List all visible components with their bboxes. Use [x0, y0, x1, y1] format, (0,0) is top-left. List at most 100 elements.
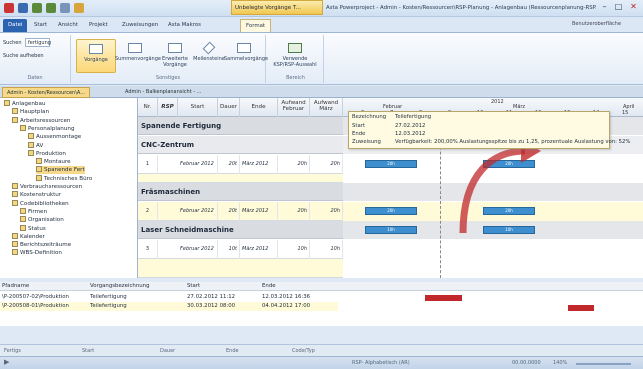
empty-row: [138, 174, 343, 183]
zoom-slider[interactable]: [576, 363, 631, 365]
clear-search-button[interactable]: Suche aufheben: [3, 53, 44, 59]
tree-item[interactable]: Aussenmontage: [28, 133, 81, 141]
tree-item[interactable]: Produktion: [28, 149, 66, 158]
tree-item-label: Personalplanung: [28, 125, 75, 132]
minimize-button[interactable]: –: [598, 2, 611, 13]
tree-item[interactable]: Anlagenbau: [4, 100, 45, 108]
redo-icon[interactable]: [46, 3, 56, 13]
summenvorgaenge-button[interactable]: Summenvorgänge: [115, 39, 161, 73]
col-ende[interactable]: Ende: [240, 98, 278, 117]
arrow-icon[interactable]: ▶: [4, 358, 9, 366]
zoom-level[interactable]: 140%: [553, 360, 567, 366]
meilensteine-label: Meilensteine: [193, 56, 225, 62]
tree-item[interactable]: Technisches Büro: [36, 174, 92, 183]
tree-item[interactable]: Organisation: [20, 216, 64, 224]
rsp-mode[interactable]: RSP- Alphabetisch (AR): [352, 360, 410, 366]
assignment-row[interactable]: \P-200507-02\Produktion Teilefertigung 2…: [0, 293, 338, 302]
band-fraesmaschinen: Fräsmaschinen: [138, 183, 343, 201]
tree-item[interactable]: WBS-Definition: [12, 249, 62, 257]
filter-code-typ[interactable]: Code/Typ: [292, 348, 315, 354]
col-nr[interactable]: Nr.: [138, 98, 158, 117]
cell-end: 04.04.2012 17:00: [262, 303, 311, 309]
table-row[interactable]: 1 Februar 2012 20t März 2012 20h 20h: [138, 155, 343, 174]
ksp-rsp-selection-button[interactable]: Verwende KSP/RSP-Auswahl: [271, 39, 319, 73]
tree-item[interactable]: AV: [28, 141, 44, 150]
filter-dauer[interactable]: Dauer: [160, 348, 175, 354]
print-icon[interactable]: [60, 3, 70, 13]
doc-tab-kosten-ressourcen[interactable]: Admin - Kosten/Ressourcen\A...: [2, 87, 90, 98]
col-pfadname[interactable]: Pfadname: [2, 283, 29, 289]
assignment-bar[interactable]: [425, 295, 462, 301]
tree-item-label: Arbeitsressourcen: [20, 117, 71, 124]
assignment-bar[interactable]: [568, 305, 594, 311]
sammelvorgaenge-button[interactable]: Sammelvorgänge: [224, 39, 268, 73]
col-start[interactable]: Start: [187, 283, 200, 289]
undo-icon[interactable]: [32, 3, 42, 13]
tree-item[interactable]: Berichtszeiträume: [12, 241, 71, 249]
filter-fertigs[interactable]: Fertigs: [4, 348, 21, 354]
tip-value: Teilefertigung: [395, 114, 432, 120]
table-row[interactable]: 2 Februar 2012 20t März 2012 20h 20h: [138, 202, 343, 221]
tree-item[interactable]: Hauptplan: [12, 108, 49, 116]
cell-ende: März 2012: [240, 155, 278, 174]
tree-item[interactable]: Spanende Fert: [36, 166, 85, 175]
tree-item[interactable]: Status: [20, 224, 46, 233]
col-vorgangsbezeichnung[interactable]: Vorgangsbezeichnung: [90, 283, 150, 289]
search-input[interactable]: fertigung: [25, 38, 51, 47]
chart-icon[interactable]: [74, 3, 84, 13]
group-label-bereich: Bereich: [286, 75, 305, 81]
tree-item[interactable]: Montaure: [36, 158, 71, 166]
tree-item[interactable]: Firmen: [20, 207, 47, 216]
tab-zuweisungen[interactable]: Zuweisungen: [117, 19, 163, 32]
cell-start: 27.02.2012 11:12: [187, 294, 236, 300]
gantt-bar[interactable]: 10h: [365, 226, 417, 234]
folder-icon: [20, 207, 26, 214]
gantt-bar[interactable]: 20h: [365, 207, 417, 215]
tree-item[interactable]: Kalender: [12, 232, 45, 241]
tab-start[interactable]: Start: [29, 19, 52, 32]
folder-icon: [4, 100, 10, 106]
col-start[interactable]: Start: [178, 98, 218, 117]
filter-ende[interactable]: Ende: [226, 348, 239, 354]
filter-start[interactable]: Start: [82, 348, 94, 354]
col-aufwand-feb[interactable]: Aufwand Februar: [278, 98, 310, 117]
tab-projekt[interactable]: Projekt: [84, 19, 113, 32]
folder-icon: [12, 108, 18, 115]
save-icon[interactable]: [18, 3, 28, 13]
tree-item[interactable]: Verbrauchsressourcen: [12, 183, 82, 191]
col-dauer[interactable]: Dauer: [218, 98, 240, 117]
group-sonstiges: Vorgänge Summenvorgänge Erweiterte Vorgä…: [71, 35, 268, 83]
vorgaenge-button[interactable]: Vorgänge: [76, 39, 116, 73]
group-label-sonstiges: Sonstiges: [155, 75, 181, 81]
tree-item[interactable]: Codebibliotheken: [12, 199, 69, 208]
table-row[interactable]: 3 Februar 2012 10t März 2012 10h 10h: [138, 240, 343, 259]
cell-start: 30.03.2012 08:00: [187, 303, 236, 309]
ui-settings-label[interactable]: Benutzeroberfläche: [572, 21, 621, 27]
tab-ansicht[interactable]: Ansicht: [53, 19, 83, 32]
tree-item[interactable]: Kostenstruktur: [12, 191, 61, 199]
cell-dauer: 20t: [218, 202, 240, 221]
tree-item[interactable]: Personalplanung: [20, 124, 75, 133]
folder-icon: [12, 199, 18, 206]
cell-aufwand-feb: 20h: [278, 202, 310, 221]
tree-item[interactable]: Arbeitsressourcen: [12, 116, 71, 125]
tab-format[interactable]: Format: [240, 19, 271, 32]
doc-tab-balkenplan[interactable]: Admin - Balkenplanansicht - ...: [121, 87, 205, 98]
close-button[interactable]: ✕: [627, 2, 640, 13]
tab-datei[interactable]: Datei: [3, 19, 28, 32]
tree-item-label: AV: [36, 142, 44, 149]
assignment-row[interactable]: \P-200508-01\Produktion Teilefertigung 3…: [0, 302, 338, 311]
col-ende[interactable]: Ende: [262, 283, 276, 289]
cell-end: 12.03.2012 16:36: [262, 294, 311, 300]
gantt-bar[interactable]: 20h: [365, 160, 417, 168]
group-label-daten: Daten: [27, 75, 43, 81]
maximize-button[interactable]: □: [612, 2, 625, 13]
col-rsp[interactable]: RSP: [158, 98, 178, 117]
tab-asta-makros[interactable]: Asta Makros: [163, 19, 206, 32]
tree-item-label: Verbrauchsressourcen: [20, 184, 83, 190]
meilensteine-button[interactable]: Meilensteine: [189, 39, 229, 73]
cell-aufwand-feb: 20h: [278, 155, 310, 174]
col-aufwand-mar[interactable]: Aufwand März: [310, 98, 343, 117]
grid-header: Nr. RSP Start Dauer Ende Aufwand Februar…: [138, 98, 343, 117]
tree-item-label: Organisation: [28, 217, 64, 224]
